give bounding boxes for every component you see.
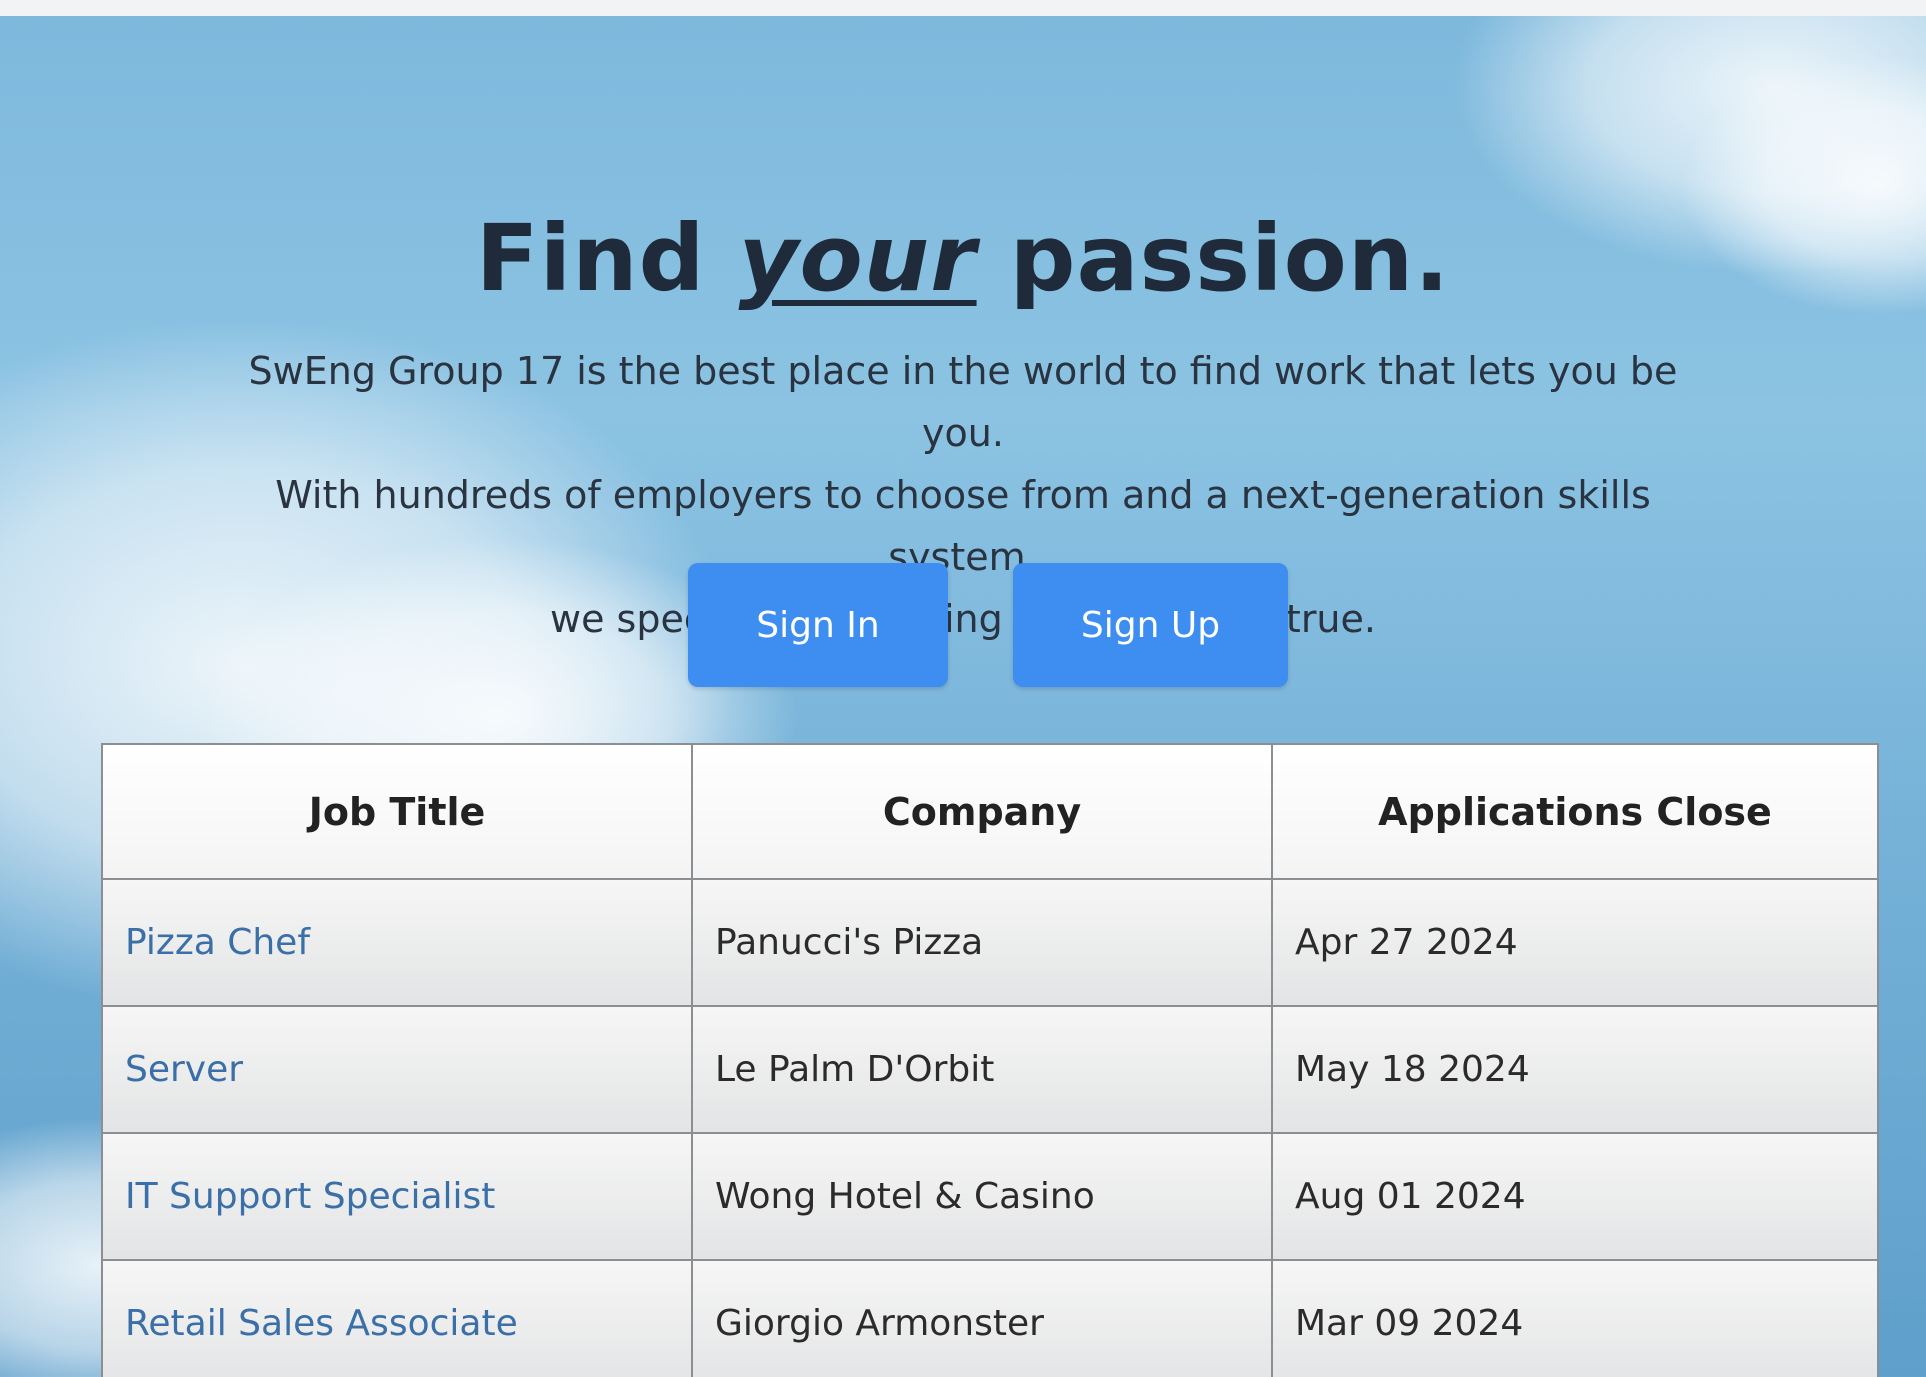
table-row: Retail Sales Associate Giorgio Armonster… xyxy=(101,1259,1879,1377)
sign-in-button[interactable]: Sign In xyxy=(688,563,948,687)
hero-description-line: SwEng Group 17 is the best place in the … xyxy=(248,349,1678,455)
company-cell: Giorgio Armonster xyxy=(691,1259,1273,1377)
table-header-row: Job Title Company Applications Close xyxy=(101,743,1879,880)
company-cell: Panucci's Pizza xyxy=(691,878,1273,1007)
hero-description-line: With hundreds of employers to choose fro… xyxy=(275,473,1651,579)
column-header-job-title[interactable]: Job Title xyxy=(101,743,693,880)
headline-prefix: Find xyxy=(475,205,706,312)
browser-top-strip xyxy=(0,0,1926,16)
headline-suffix: passion. xyxy=(1009,205,1451,312)
job-title-link[interactable]: IT Support Specialist xyxy=(101,1132,693,1261)
table-row: IT Support Specialist Wong Hotel & Casin… xyxy=(101,1132,1879,1261)
company-cell: Wong Hotel & Casino xyxy=(691,1132,1273,1261)
close-date-cell: Aug 01 2024 xyxy=(1271,1132,1879,1261)
close-date-cell: Apr 27 2024 xyxy=(1271,878,1879,1007)
hero-description: SwEng Group 17 is the best place in the … xyxy=(213,340,1713,650)
jobs-table: Job Title Company Applications Close Piz… xyxy=(101,743,1879,1377)
close-date-cell: Mar 09 2024 xyxy=(1271,1259,1879,1377)
job-title-link[interactable]: Retail Sales Associate xyxy=(101,1259,693,1377)
job-title-link[interactable]: Pizza Chef xyxy=(101,878,693,1007)
column-header-company[interactable]: Company xyxy=(691,743,1273,880)
column-header-applications-close[interactable]: Applications Close xyxy=(1271,743,1879,880)
table-row: Pizza Chef Panucci's Pizza Apr 27 2024 xyxy=(101,878,1879,1007)
job-title-link[interactable]: Server xyxy=(101,1005,693,1134)
table-row: Server Le Palm D'Orbit May 18 2024 xyxy=(101,1005,1879,1134)
company-cell: Le Palm D'Orbit xyxy=(691,1005,1273,1134)
page-headline: Find your passion. xyxy=(0,205,1926,312)
sign-up-button[interactable]: Sign Up xyxy=(1013,563,1288,687)
close-date-cell: May 18 2024 xyxy=(1271,1005,1879,1134)
headline-emphasis: your xyxy=(738,205,977,312)
